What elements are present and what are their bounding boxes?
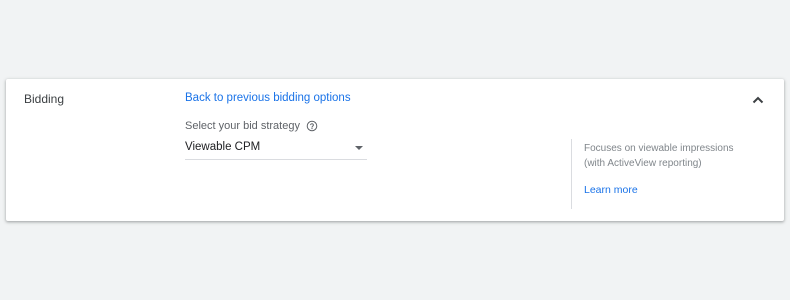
dropdown-arrow-icon [355,146,363,150]
bidding-card: Bidding Back to previous bidding options… [6,79,784,221]
bid-strategy-value: Viewable CPM [185,141,261,153]
learn-more-link[interactable]: Learn more [584,184,638,196]
section-title: Bidding [24,92,65,106]
bid-strategy-label-text: Select your bid strategy [185,120,300,132]
strategy-info-panel: Focuses on viewable impressions (with Ac… [571,139,772,209]
help-icon[interactable] [306,120,318,132]
chevron-up-icon[interactable] [750,93,766,107]
bid-strategy-select[interactable]: Viewable CPM [185,139,367,160]
back-to-previous-bidding-options-link[interactable]: Back to previous bidding options [185,92,351,104]
strategy-description: Focuses on viewable impressions (with Ac… [584,143,734,169]
bid-strategy-label: Select your bid strategy [185,120,318,132]
